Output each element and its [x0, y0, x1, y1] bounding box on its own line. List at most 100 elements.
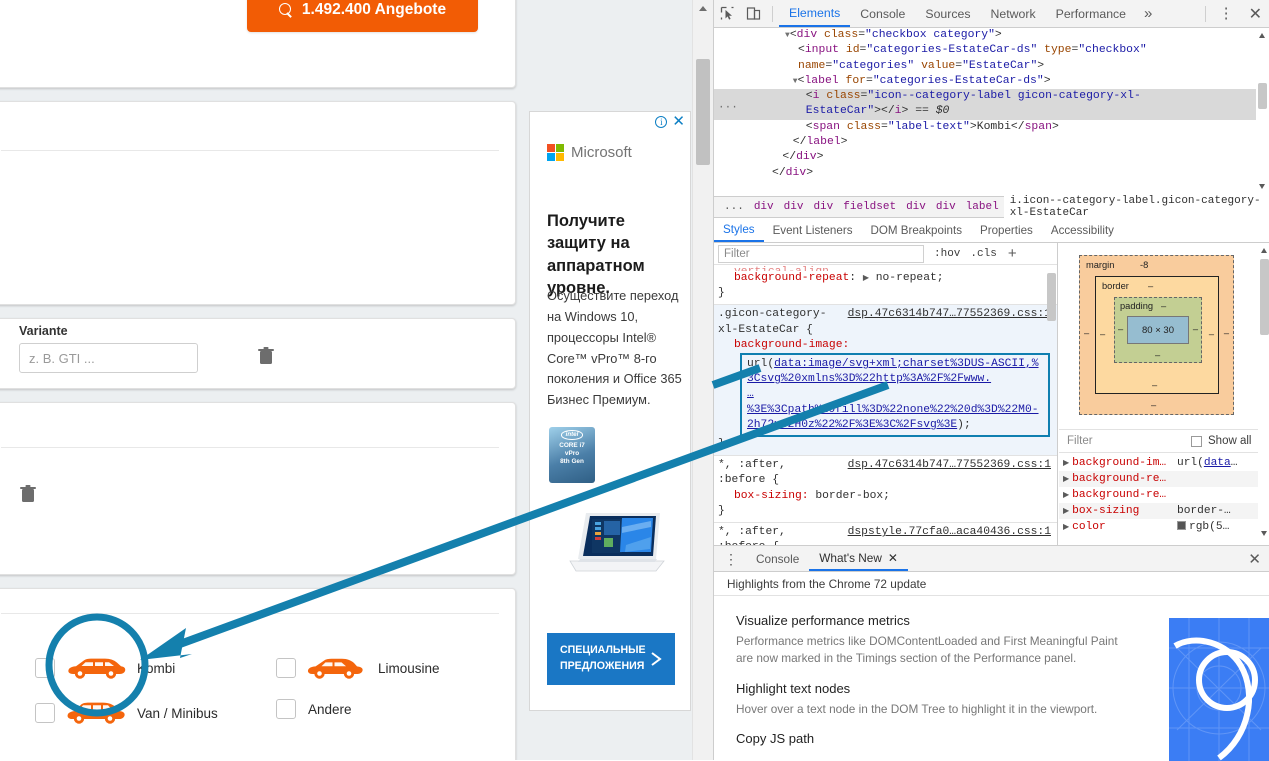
- delete-variante-icon[interactable]: [257, 346, 275, 366]
- scrollbar-thumb[interactable]: [696, 59, 710, 165]
- delete-row-icon[interactable]: [19, 484, 37, 504]
- scroll-down-arrow-icon[interactable]: [1259, 184, 1265, 189]
- subtab-accessibility[interactable]: Accessibility: [1042, 218, 1123, 242]
- checkbox-van[interactable]: [35, 703, 55, 723]
- tab-performance[interactable]: Performance: [1046, 0, 1136, 27]
- dom-line-8[interactable]: </label>: [714, 135, 1269, 150]
- scrollbar-thumb[interactable]: [1260, 259, 1269, 335]
- subtab-dom-breakpoints[interactable]: DOM Breakpoints: [862, 218, 972, 242]
- checkbox-kombi[interactable]: [35, 658, 55, 678]
- padding-bottom-value[interactable]: –: [1155, 350, 1160, 360]
- hov-toggle[interactable]: :hov: [934, 248, 960, 260]
- close-icon[interactable]: ✕: [672, 114, 685, 129]
- scrollbar-thumb[interactable]: [1258, 83, 1267, 109]
- dom-tree[interactable]: ▼<div class="checkbox category"> <input i…: [714, 28, 1269, 194]
- border-bottom-value[interactable]: –: [1152, 380, 1157, 390]
- checkbox-limousine[interactable]: [276, 658, 296, 678]
- checkbox-andere[interactable]: [276, 699, 296, 719]
- computed-url-link[interactable]: data: [1204, 457, 1231, 469]
- border-right-value[interactable]: –: [1209, 329, 1214, 339]
- tab-sources[interactable]: Sources: [915, 0, 980, 27]
- subtab-properties[interactable]: Properties: [971, 218, 1042, 242]
- inspect-element-icon[interactable]: [714, 1, 740, 27]
- data-url-line-4[interactable]: %3E%3Cpath%20fill%3D%22none%22%20d%3D%22…: [747, 404, 1039, 416]
- drawer-close-icon[interactable]: ✕: [1239, 550, 1269, 568]
- scroll-up-arrow-icon[interactable]: [699, 6, 707, 11]
- expand-triangle-icon[interactable]: ▶: [1063, 474, 1069, 484]
- scroll-down-arrow-icon[interactable]: [1261, 531, 1267, 536]
- bodytype-row-limousine[interactable]: Limousine: [276, 654, 440, 682]
- margin-left-value[interactable]: –: [1084, 328, 1089, 338]
- breadcrumb-item-5[interactable]: div: [901, 201, 931, 213]
- data-url-line-5[interactable]: 2h72v32H0z%22%2F%3E%3C%2Fsvg%3E: [747, 419, 957, 431]
- bodytype-row-andere[interactable]: Andere: [276, 699, 352, 719]
- breadcrumb-item-2[interactable]: div: [779, 201, 809, 213]
- dom-tree-scrollbar[interactable]: [1256, 28, 1269, 194]
- bodytype-row-van[interactable]: Van / Minibus: [35, 699, 218, 727]
- tab-elements[interactable]: Elements: [779, 0, 851, 27]
- style-source-link-3[interactable]: dspstyle.77cfa0…aca40436.css:1: [848, 525, 1051, 540]
- bodytype-row-kombi[interactable]: Kombi: [35, 654, 175, 682]
- border-value[interactable]: –: [1148, 281, 1153, 291]
- dom-line-1[interactable]: ▼<div class="checkbox category">: [714, 28, 1269, 43]
- padding-right-value[interactable]: –: [1193, 324, 1198, 334]
- computed-scrollbar[interactable]: [1258, 243, 1269, 545]
- tab-console[interactable]: Console: [850, 0, 915, 27]
- variante-input[interactable]: [19, 343, 198, 373]
- ad-cta-button[interactable]: СПЕЦИАЛЬНЫЕ ПРЕДЛОЖЕНИЯ: [547, 633, 675, 685]
- drawer-kebab-icon[interactable]: ⋮: [714, 552, 746, 566]
- breadcrumb-item-3[interactable]: div: [808, 201, 838, 213]
- computed-prop-row[interactable]: ▶ box-sizing border-…: [1059, 503, 1258, 519]
- subtab-event-listeners[interactable]: Event Listeners: [764, 218, 862, 242]
- dom-line-ellipsis-marker[interactable]: ···: [718, 101, 738, 116]
- show-all-checkbox[interactable]: [1191, 435, 1202, 447]
- drawer-tab-whats-new[interactable]: What's New ✕: [809, 546, 908, 571]
- scroll-up-arrow-icon[interactable]: [1261, 248, 1267, 253]
- dom-line-7[interactable]: <span class="label-text">Kombi</span>: [714, 120, 1269, 135]
- expand-triangle-icon[interactable]: ▶: [1063, 506, 1069, 516]
- info-icon[interactable]: i: [655, 116, 668, 128]
- dom-line-10[interactable]: </div>: [714, 166, 1269, 181]
- breadcrumb-item-0[interactable]: ...: [719, 201, 749, 213]
- data-url-line-1[interactable]: data:image/svg+xml;charset%3DUS-: [774, 358, 991, 370]
- dom-line-2[interactable]: <input id="categories-EstateCar-ds" type…: [714, 43, 1269, 58]
- subtab-styles[interactable]: Styles: [714, 218, 764, 242]
- data-url-ellipsis[interactable]: …: [747, 387, 1043, 402]
- computed-prop-row[interactable]: ▶ color rgb(5…: [1059, 519, 1258, 535]
- expand-triangle-icon[interactable]: ▶: [1063, 490, 1069, 500]
- microsoft-advertisement[interactable]: i ✕ Microsoft Получите защиту на аппарат…: [529, 111, 691, 711]
- style-source-link[interactable]: dsp.47c6314b747…77552369.css:1: [848, 307, 1051, 322]
- breadcrumb-item-1[interactable]: div: [749, 201, 779, 213]
- scroll-up-arrow-icon[interactable]: [1259, 33, 1265, 38]
- drawer-tab-console[interactable]: Console: [746, 546, 809, 571]
- computed-prop-row[interactable]: ▶ background-im… url(data…: [1059, 455, 1258, 471]
- new-style-rule-button[interactable]: +: [1008, 246, 1017, 261]
- page-scrollbar[interactable]: [692, 0, 713, 760]
- computed-filter-input[interactable]: [1065, 432, 1165, 450]
- computed-prop-row[interactable]: ▶ background-re…: [1059, 471, 1258, 487]
- color-swatch[interactable]: [1177, 521, 1186, 530]
- more-tabs-icon[interactable]: »: [1136, 5, 1160, 22]
- computed-prop-row[interactable]: ▶ background-re…: [1059, 487, 1258, 503]
- styles-filter-input[interactable]: [718, 244, 924, 263]
- styles-scrollbar[interactable]: [1045, 265, 1057, 325]
- close-icon[interactable]: ✕: [888, 551, 898, 565]
- dom-line-5[interactable]: <i class="icon--category-label gicon-cat…: [714, 89, 1269, 105]
- box-model-diagram[interactable]: margin -8 – – – border – – – – padding –: [1059, 243, 1258, 429]
- expand-triangle-icon[interactable]: ▶: [1063, 522, 1069, 532]
- dom-line-6[interactable]: EstateCar"></i> == $0: [714, 104, 1269, 120]
- kebab-menu-icon[interactable]: ⋮: [1212, 6, 1241, 21]
- devtools-close-icon[interactable]: ✕: [1241, 4, 1269, 24]
- border-left-value[interactable]: –: [1100, 329, 1105, 339]
- scrollbar-thumb[interactable]: [1047, 273, 1056, 321]
- device-toolbar-icon[interactable]: [740, 1, 766, 27]
- padding-value[interactable]: –: [1161, 301, 1166, 311]
- search-offers-button[interactable]: 1.492.400 Angebote: [247, 0, 478, 32]
- style-source-link-2[interactable]: dsp.47c6314b747…77552369.css:1: [848, 458, 1051, 473]
- cls-toggle[interactable]: .cls: [970, 248, 996, 260]
- dom-line-4[interactable]: ▼<label for="categories-EstateCar-ds">: [714, 74, 1269, 89]
- breadcrumb-item-4[interactable]: fieldset: [838, 201, 901, 213]
- expand-triangle-icon[interactable]: ▶: [1063, 458, 1069, 468]
- margin-right-value[interactable]: –: [1224, 328, 1229, 338]
- dom-line-3[interactable]: name="categories" value="EstateCar">: [714, 59, 1269, 74]
